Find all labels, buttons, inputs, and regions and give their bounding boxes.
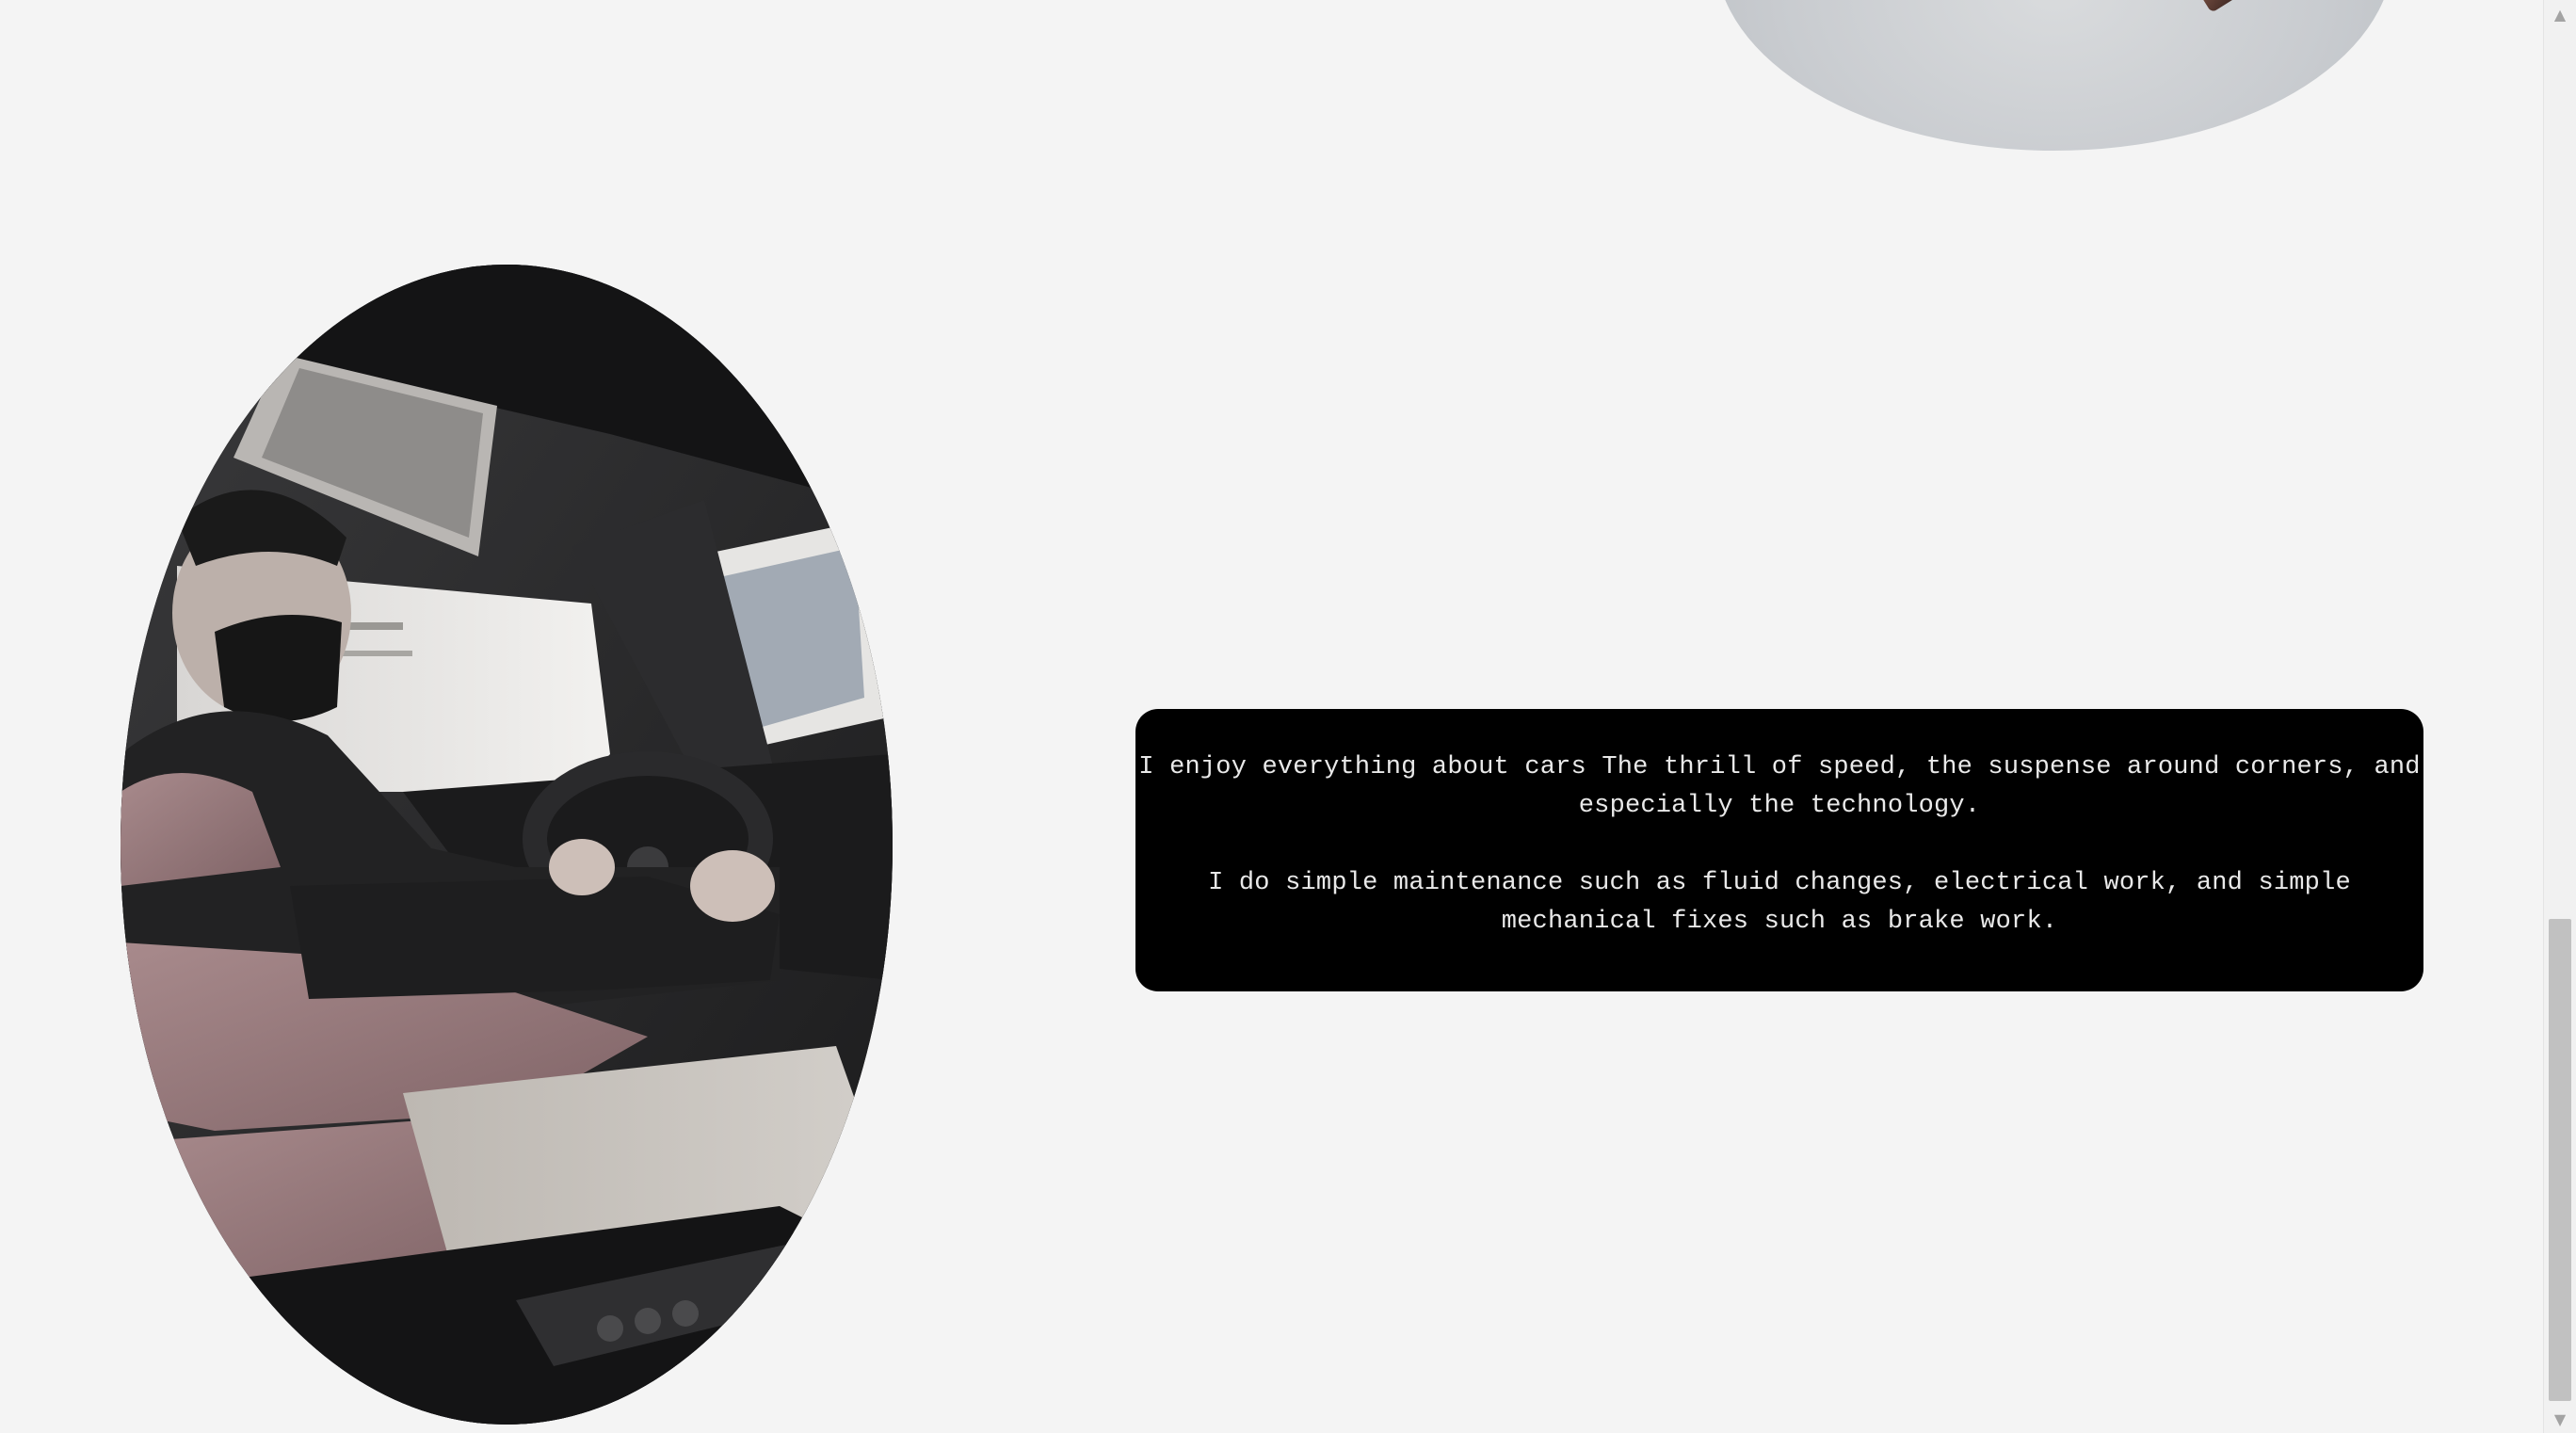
about-card: I enjoy everything about cars The thrill… xyxy=(1135,709,2423,991)
driver-photo xyxy=(121,265,893,1425)
about-paragraph-2: I do simple maintenance such as fluid ch… xyxy=(1208,869,2351,936)
driver-photo-illustration xyxy=(121,265,893,1425)
page: I enjoy everything about cars The thrill… xyxy=(0,0,2576,1433)
scrollbar-thumb[interactable] xyxy=(2549,919,2571,1401)
scroll-down-arrow-icon[interactable]: ▼ xyxy=(2544,1405,2576,1433)
vertical-scrollbar[interactable]: ▲ ▼ xyxy=(2543,0,2576,1433)
about-paragraph-1: I enjoy everything about cars The thrill… xyxy=(1138,753,2421,820)
car-detail-photo xyxy=(1715,0,2393,151)
photo-detail-streak xyxy=(2166,0,2244,13)
scroll-up-arrow-icon[interactable]: ▲ xyxy=(2544,0,2576,28)
